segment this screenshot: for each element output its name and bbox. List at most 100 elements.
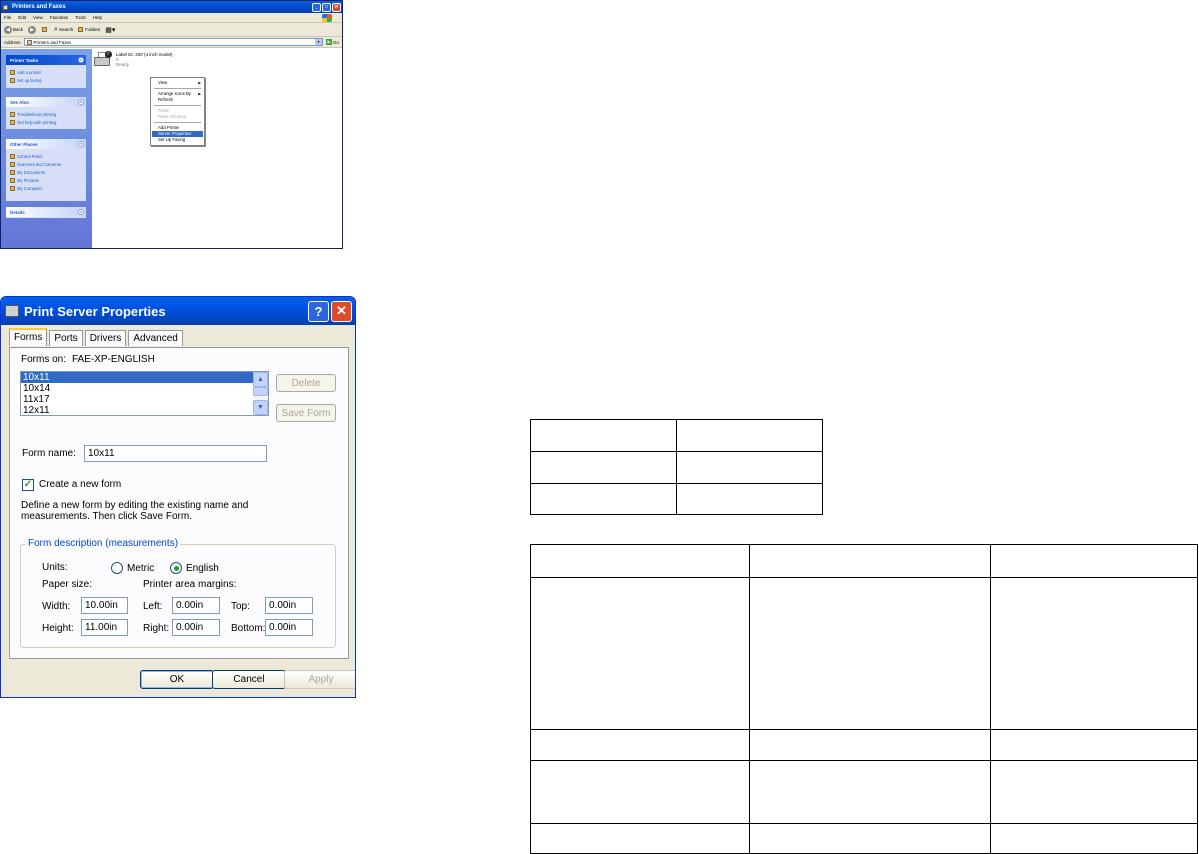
height-label: Height: — [42, 623, 74, 634]
table-cell — [530, 419, 677, 452]
default-check-icon: ✓ — [105, 51, 112, 58]
scanners-cameras-label: Scanners and Cameras — [17, 161, 61, 167]
list-item[interactable]: 10x14 — [21, 383, 253, 394]
maximize-button[interactable]: □ — [322, 2, 331, 12]
scroll-thumb[interactable] — [253, 387, 268, 396]
delete-button[interactable]: Delete — [276, 374, 336, 392]
printer-tasks-header[interactable]: Printer Tasks « — [6, 55, 86, 65]
cancel-button[interactable]: Cancel — [212, 670, 286, 689]
collapse-icon[interactable]: « — [78, 99, 84, 105]
computer-icon — [10, 185, 15, 191]
forward-button[interactable]: ▶ — [28, 25, 37, 34]
right-margin-field[interactable]: 0.00in — [172, 619, 220, 636]
table-cell — [990, 577, 1198, 730]
search-icon: ⌕ — [54, 25, 58, 33]
other-places-header[interactable]: Other Places « — [6, 139, 86, 149]
see-also-header[interactable]: See Also « — [6, 97, 86, 107]
english-radio[interactable] — [170, 562, 182, 574]
paper-size-label: Paper size: — [42, 579, 93, 590]
tab-advanced[interactable]: Advanced — [128, 330, 183, 346]
forms-panel: Forms on: FAE-XP-ENGLISH 10x11 10x14 11x… — [9, 347, 349, 659]
explorer-title: Printers and Faxes — [12, 4, 66, 10]
apply-button: Apply — [284, 670, 355, 689]
menu-item-set-up-faxing[interactable]: Set Up Faxing — [152, 137, 203, 143]
back-button[interactable]: ◀ Back — [4, 25, 23, 34]
details-header[interactable]: Details » — [6, 207, 86, 217]
ok-button[interactable]: OK — [140, 670, 214, 689]
form-description-label: Form description (measurements) — [26, 538, 181, 549]
left-margin-field[interactable]: 0.00in — [172, 597, 220, 614]
my-pictures-link[interactable]: My Pictures — [10, 176, 82, 184]
menu-edit[interactable]: Edit — [18, 15, 26, 20]
see-also-title: See Also — [10, 99, 29, 105]
explorer-toolbar: ◀ Back ▶ ⌕ Search Folders ▦▾ — [1, 23, 342, 37]
close-button[interactable]: ✕ — [332, 2, 341, 12]
search-button[interactable]: ⌕ Search — [54, 26, 73, 34]
context-menu: View ▶ Arrange Icons By ▶ Refresh Paste Pa… — [150, 77, 205, 146]
list-item[interactable]: 12x11 — [21, 405, 253, 416]
list-item[interactable]: 11x17 — [21, 394, 253, 405]
menu-tools[interactable]: Tools — [75, 15, 86, 20]
dialog-title-bar: Print Server Properties ? ✕ — [1, 297, 355, 325]
up-folder-button[interactable] — [42, 27, 49, 32]
table-cell — [530, 729, 750, 761]
width-field[interactable]: 10.00in — [81, 597, 128, 614]
table-cell — [990, 729, 1198, 761]
forms-list[interactable]: 10x11 10x14 11x17 12x11 ▲ ▼ — [20, 371, 269, 416]
bottom-margin-field[interactable]: 0.00in — [265, 619, 313, 636]
table-cell — [676, 451, 823, 484]
set-up-faxing-link[interactable]: Set up faxing — [10, 76, 82, 84]
dialog-title: Print Server Properties — [24, 303, 166, 319]
expand-icon[interactable]: » — [78, 209, 84, 215]
other-places-title: Other Places — [10, 141, 38, 147]
help-button[interactable]: ? — [308, 300, 329, 322]
table-cell — [990, 823, 1198, 854]
address-field[interactable]: Printers and Faxes ▾ — [23, 38, 323, 46]
chevron-down-icon[interactable]: ▾ — [314, 39, 322, 45]
collapse-icon[interactable]: « — [78, 141, 84, 147]
set-up-faxing-label: Set up faxing — [17, 77, 42, 83]
address-label: Address — [4, 39, 21, 45]
english-label: English — [186, 563, 219, 574]
other-places-box: Other Places « Control Panel Scanners an… — [6, 139, 86, 201]
tab-forms[interactable]: Forms — [9, 328, 48, 346]
add-printer-link[interactable]: Add a printer — [10, 68, 82, 76]
table-cell — [530, 760, 750, 824]
folders-button[interactable]: Folders — [78, 27, 100, 32]
scroll-down-icon[interactable]: ▼ — [253, 400, 268, 415]
menu-favorites[interactable]: Favorites — [50, 15, 69, 20]
troubleshoot-printing-link[interactable]: Troubleshoot printing — [10, 110, 82, 118]
menu-view[interactable]: View — [33, 15, 43, 20]
save-form-button[interactable]: Save Form — [276, 404, 336, 422]
tab-drivers[interactable]: Drivers — [84, 330, 127, 346]
troubleshoot-printing-label: Troubleshoot printing — [17, 111, 57, 117]
top-margin-field[interactable]: 0.00in — [265, 597, 313, 614]
menu-help[interactable]: Help — [93, 15, 102, 20]
height-field[interactable]: 11.00in — [81, 619, 128, 636]
help-printing-link[interactable]: Get help with printing — [10, 118, 82, 126]
my-documents-label: My Documents — [17, 169, 45, 175]
create-new-form-checkbox[interactable]: ✓ — [22, 479, 34, 491]
list-item[interactable]: 10x11 — [21, 372, 253, 383]
scrollbar[interactable]: ▲ ▼ — [253, 372, 268, 415]
tab-ports[interactable]: Ports — [49, 330, 83, 346]
printer-item[interactable]: ✓ Label Dr. 200 (4 inch model) 0 Ready — [94, 51, 173, 68]
width-label: Width: — [42, 601, 71, 612]
minimize-button[interactable]: _ — [312, 2, 321, 12]
table-cell — [530, 823, 750, 854]
control-panel-link[interactable]: Control Panel — [10, 152, 82, 160]
menu-item-refresh[interactable]: Refresh — [152, 97, 203, 103]
my-documents-link[interactable]: My Documents — [10, 168, 82, 176]
my-computer-link[interactable]: My Computer — [10, 184, 82, 192]
printer-margins-label: Printer area margins: — [143, 579, 237, 590]
close-button[interactable]: ✕ — [331, 300, 352, 322]
scroll-up-icon[interactable]: ▲ — [253, 372, 268, 387]
scanners-cameras-link[interactable]: Scanners and Cameras — [10, 160, 82, 168]
views-button[interactable]: ▦▾ — [105, 26, 115, 34]
metric-radio[interactable] — [111, 562, 123, 574]
form-name-field[interactable]: 10x11 — [84, 445, 267, 462]
menu-file[interactable]: File — [4, 15, 11, 20]
collapse-icon[interactable]: « — [78, 57, 84, 63]
go-button[interactable]: ▶ Go — [325, 39, 339, 45]
menu-item-view[interactable]: View ▶ — [152, 80, 203, 86]
